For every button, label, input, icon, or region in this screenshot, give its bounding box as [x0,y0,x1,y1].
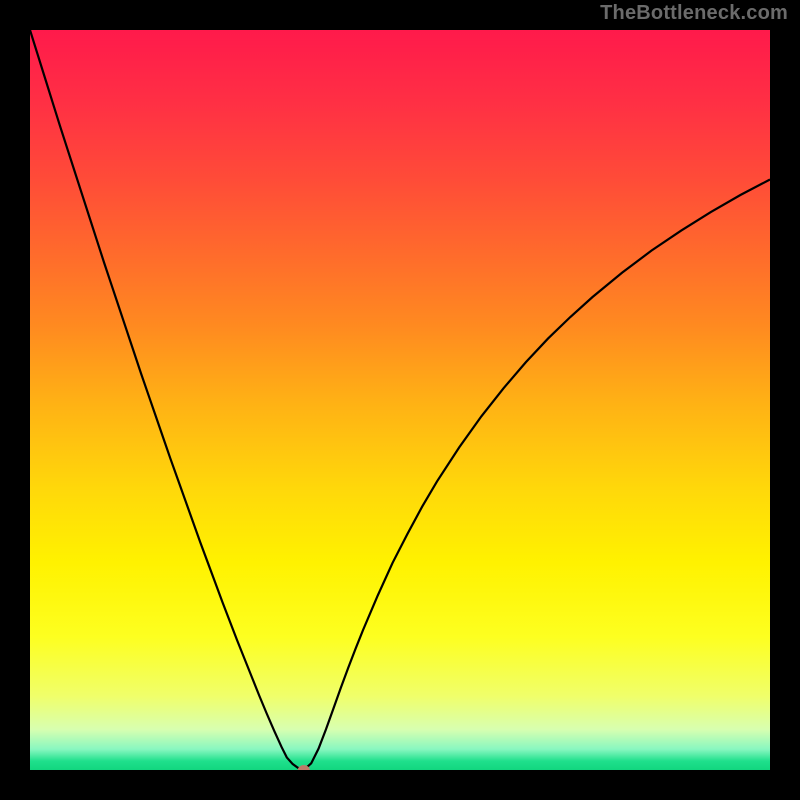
chart-container: TheBottleneck.com [0,0,800,800]
gradient-background [30,30,770,770]
watermark-text: TheBottleneck.com [600,2,788,25]
chart-svg [30,30,770,770]
plot-area [30,30,770,770]
